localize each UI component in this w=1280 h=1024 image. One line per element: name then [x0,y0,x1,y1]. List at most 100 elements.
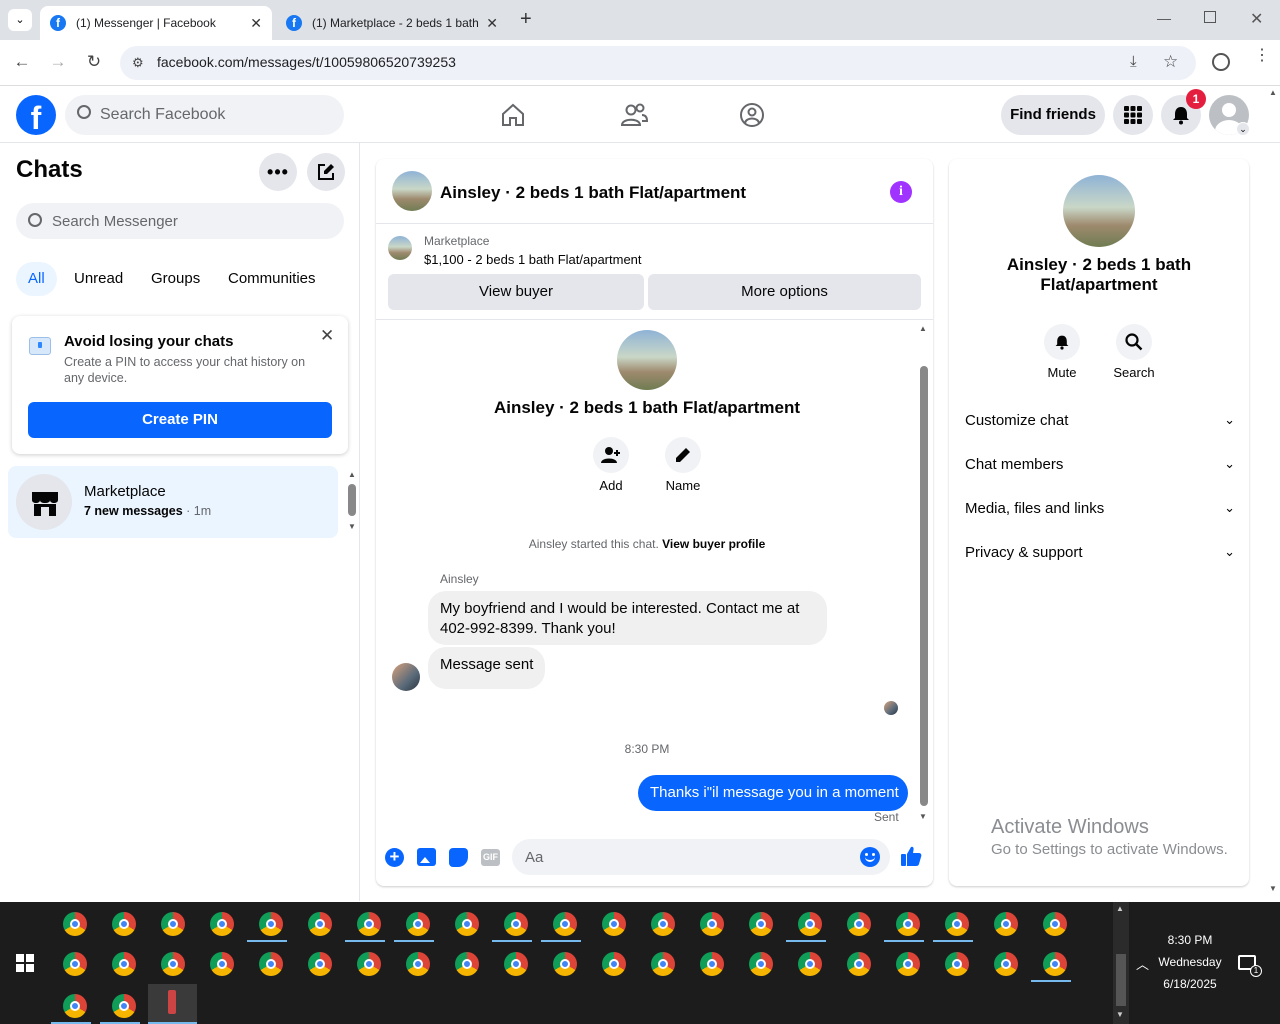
browser-menu-icon[interactable]: ⋮ [1254,48,1270,64]
edit-name-button[interactable] [665,437,701,473]
facebook-logo[interactable]: f [16,95,56,136]
message-input[interactable]: Aa [512,839,890,875]
chrome-taskbar-icon[interactable] [455,952,479,976]
profile-avatar-large[interactable] [617,330,677,390]
chrome-taskbar-icon[interactable] [945,912,969,936]
filter-unread[interactable]: Unread [62,262,135,296]
listing-title[interactable]: $1,100 - 2 beds 1 bath Flat/apartment [424,252,642,267]
more-options-button[interactable]: More options [648,274,921,310]
chrome-taskbar-icon[interactable] [651,952,675,976]
new-message-button[interactable] [307,153,345,191]
install-app-icon[interactable]: ⤓ [1130,53,1137,70]
chrome-taskbar-icon[interactable] [504,912,528,936]
chrome-taskbar-icon[interactable] [896,912,920,936]
photo-icon[interactable] [417,848,436,866]
chrome-taskbar-icon[interactable] [406,952,430,976]
taskbar-scroll[interactable]: ▲ ▼ [1113,902,1129,1024]
chrome-taskbar-icon[interactable] [651,912,675,936]
chrome-taskbar-icon[interactable] [308,912,332,936]
close-tab-icon[interactable]: ✕ [250,15,262,32]
chrome-taskbar-icon[interactable] [749,912,773,936]
page-scrollbar[interactable]: ▲ ▼ [1266,88,1280,900]
conversation-avatar[interactable] [392,171,432,211]
outgoing-message[interactable]: Thanks i"il message you in a moment [638,775,908,811]
sticker-icon[interactable] [449,848,468,867]
friends-icon[interactable] [620,103,649,127]
chrome-taskbar-icon[interactable] [406,912,430,936]
create-pin-button[interactable]: Create PIN [28,402,332,438]
listing-thumbnail[interactable] [388,236,412,260]
menu-grid-button[interactable] [1113,95,1153,135]
home-icon[interactable] [500,103,526,127]
chrome-taskbar-icon[interactable] [63,912,87,936]
chrome-taskbar-icon[interactable] [210,952,234,976]
conversation-scrollbar[interactable]: ▲ ▼ [917,324,931,824]
chats-options-button[interactable]: ••• [259,153,297,191]
chrome-taskbar-icon[interactable] [700,952,724,976]
clock-day[interactable]: Wednesday [1150,955,1230,969]
chrome-taskbar-icon[interactable] [798,952,822,976]
chrome-taskbar-icon[interactable] [308,952,332,976]
like-thumb-icon[interactable] [900,845,922,867]
chrome-taskbar-icon[interactable] [259,912,283,936]
new-tab-icon[interactable]: + [520,8,532,31]
privacy-support-section[interactable]: Privacy & support ⌄ [965,538,1235,566]
chrome-taskbar-icon[interactable] [455,912,479,936]
close-icon[interactable]: ✕ [320,326,334,346]
chrome-taskbar-icon[interactable] [896,952,920,976]
chrome-taskbar-icon[interactable] [553,912,577,936]
more-actions-icon[interactable]: + [385,848,404,867]
media-files-links-section[interactable]: Media, files and links ⌄ [965,494,1235,522]
chrome-taskbar-icon[interactable] [210,912,234,936]
tab-marketplace[interactable]: f (1) Marketplace - 2 beds 1 bath ✕ [276,6,508,40]
search-in-chat-button[interactable] [1116,324,1152,360]
info-icon[interactable]: i [890,181,912,203]
profile-icon[interactable] [1212,53,1230,71]
account-chevron-icon[interactable]: ⌄ [1236,122,1250,136]
gif-icon[interactable]: GIF [481,849,500,866]
pinned-app-active[interactable] [148,984,197,1024]
sender-avatar[interactable] [392,663,420,691]
add-people-button[interactable] [593,437,629,473]
close-tab-icon[interactable]: ✕ [486,15,498,32]
chat-members-section[interactable]: Chat members ⌄ [965,450,1235,478]
restore-icon[interactable] [1204,11,1216,23]
windows-start-icon[interactable] [16,954,34,972]
omnibox[interactable]: ⚙ facebook.com/messages/t/10059806520739… [120,46,1196,80]
back-icon[interactable]: ← [10,50,34,74]
chrome-taskbar-icon[interactable] [1043,912,1067,936]
chrome-taskbar-icon[interactable] [847,952,871,976]
chrome-taskbar-icon[interactable] [63,952,87,976]
chrome-taskbar-icon[interactable] [994,912,1018,936]
clock-date[interactable]: 6/18/2025 [1150,977,1230,991]
chrome-taskbar-icon[interactable] [259,952,283,976]
info-avatar[interactable] [1063,175,1135,247]
chrome-taskbar-icon[interactable] [945,952,969,976]
groups-icon[interactable] [739,102,765,128]
chrome-taskbar-icon[interactable] [112,912,136,936]
incoming-message[interactable]: My boyfriend and I would be interested. … [428,591,827,645]
chrome-taskbar-icon[interactable] [847,912,871,936]
bookmark-star-icon[interactable]: ☆ [1163,52,1178,72]
find-friends-button[interactable]: Find friends [1001,95,1105,135]
chrome-taskbar-icon[interactable] [994,952,1018,976]
tray-chevron-icon[interactable]: ︿ [1136,954,1149,973]
clock-time[interactable]: 8:30 PM [1150,933,1230,947]
tab-messenger[interactable]: f (1) Messenger | Facebook ✕ [40,6,272,40]
chrome-taskbar-icon[interactable] [1043,952,1067,976]
emoji-icon[interactable] [860,847,880,867]
conversation-title[interactable]: Ainsley · 2 beds 1 bath Flat/apartment [440,183,746,203]
chrome-taskbar-icon[interactable] [161,912,185,936]
view-buyer-profile-link[interactable]: View buyer profile [662,537,765,551]
chrome-taskbar-icon[interactable] [553,952,577,976]
filter-groups[interactable]: Groups [139,262,212,296]
chrome-taskbar-icon[interactable] [357,912,381,936]
close-window-icon[interactable]: ✕ [1250,9,1263,29]
filter-communities[interactable]: Communities [216,262,328,296]
incoming-message[interactable]: Message sent [428,647,546,689]
site-settings-icon[interactable]: ⚙ [132,55,144,71]
chrome-taskbar-icon[interactable] [602,912,626,936]
chrome-taskbar-icon[interactable] [700,912,724,936]
chrome-taskbar-icon[interactable] [602,952,626,976]
facebook-search-input[interactable]: Search Facebook [65,95,344,135]
